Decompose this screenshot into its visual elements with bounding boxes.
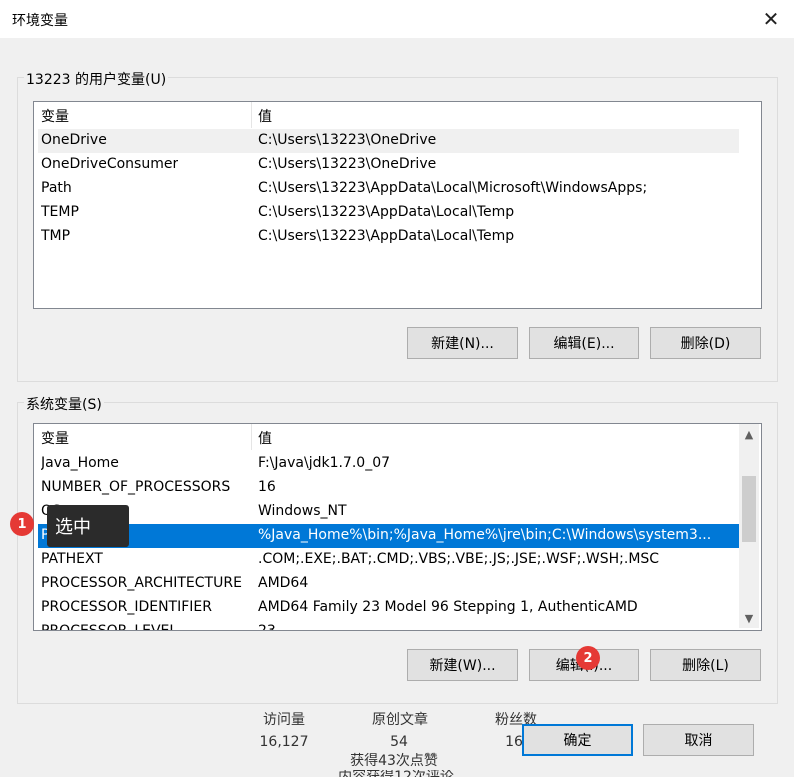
- close-icon[interactable]: ✕: [748, 0, 794, 38]
- system-new-button[interactable]: 新建(W)...: [407, 649, 518, 681]
- column-header-value[interactable]: 值: [258, 106, 272, 126]
- table-row[interactable]: PROCESSOR_ARCHITECTURE AMD64: [38, 572, 739, 596]
- table-row[interactable]: OS Windows_NT: [38, 500, 739, 524]
- var-value: .COM;.EXE;.BAT;.CMD;.VBS;.VBE;.JS;.JSE;.…: [258, 551, 660, 567]
- var-name: TEMP: [41, 204, 79, 220]
- user-vars-list[interactable]: 变量 值 OneDrive C:\Users\13223\OneDrive On…: [33, 101, 762, 309]
- var-name: Java_Home: [41, 455, 119, 471]
- user-edit-button[interactable]: 编辑(E)...: [529, 327, 639, 359]
- var-name: Path: [41, 180, 72, 196]
- var-value: C:\Users\13223\AppData\Local\Microsoft\W…: [258, 180, 648, 196]
- table-row[interactable]: Path C:\Users\13223\AppData\Local\Micros…: [38, 177, 739, 201]
- var-name: PROCESSOR_IDENTIFIER: [41, 599, 212, 615]
- table-row-selected[interactable]: Path %Java_Home%\bin;%Java_Home%\jre\bin…: [38, 524, 739, 548]
- column-header-name[interactable]: 变量: [41, 106, 69, 126]
- table-row[interactable]: PROCESSOR_IDENTIFIER AMD64 Family 23 Mod…: [38, 596, 739, 620]
- var-name: PROCESSOR_LEVEL: [41, 623, 178, 631]
- ok-button[interactable]: 确定: [522, 724, 633, 756]
- var-name: PATHEXT: [41, 551, 103, 567]
- articles-label: 原创文章: [372, 712, 428, 728]
- window-title: 环境变量: [12, 13, 68, 29]
- user-delete-button[interactable]: 删除(D): [650, 327, 761, 359]
- var-name: TMP: [41, 228, 71, 244]
- table-row[interactable]: OneDriveConsumer C:\Users\13223\OneDrive: [38, 153, 739, 177]
- system-vars-list[interactable]: 变量 值 Java_Home F:\Java\jdk1.7.0_07 NUMBE…: [33, 423, 762, 631]
- table-row[interactable]: PATHEXT .COM;.EXE;.BAT;.CMD;.VBS;.VBE;.J…: [38, 548, 739, 572]
- table-row[interactable]: TEMP C:\Users\13223\AppData\Local\Temp: [38, 201, 739, 225]
- table-row[interactable]: Java_Home F:\Java\jdk1.7.0_07: [38, 452, 739, 476]
- var-name: PROCESSOR_ARCHITECTURE: [41, 575, 242, 591]
- var-value: Windows_NT: [258, 503, 347, 519]
- user-new-button[interactable]: 新建(N)...: [407, 327, 518, 359]
- table-row[interactable]: NUMBER_OF_PROCESSORS 16: [38, 476, 739, 500]
- var-name: OneDrive: [41, 132, 107, 148]
- var-value: 23: [258, 623, 276, 631]
- fans-value: 16: [505, 734, 523, 750]
- table-row[interactable]: OneDrive C:\Users\13223\OneDrive: [38, 129, 739, 153]
- var-value: C:\Users\13223\OneDrive: [258, 156, 437, 172]
- column-divider[interactable]: [251, 424, 252, 450]
- scroll-up-icon[interactable]: ▲: [739, 424, 759, 444]
- var-value: C:\Users\13223\OneDrive: [258, 132, 437, 148]
- scroll-down-icon[interactable]: ▼: [739, 608, 759, 628]
- var-value: F:\Java\jdk1.7.0_07: [258, 455, 391, 471]
- column-divider[interactable]: [251, 102, 252, 128]
- system-delete-button[interactable]: 删除(L): [650, 649, 761, 681]
- var-name: OneDriveConsumer: [41, 156, 179, 172]
- table-row[interactable]: PROCESSOR_LEVEL 23: [38, 620, 739, 631]
- visits-value: 16,127: [259, 734, 309, 750]
- title-bar: 环境变量 ✕: [0, 0, 794, 38]
- var-value: AMD64 Family 23 Model 96 Stepping 1, Aut…: [258, 599, 638, 615]
- vertical-scrollbar[interactable]: ▲ ▼: [739, 424, 759, 628]
- var-name: NUMBER_OF_PROCESSORS: [41, 479, 231, 495]
- select-hint-tooltip: 选中: [47, 505, 129, 547]
- scrollbar-thumb[interactable]: [742, 476, 756, 542]
- step-badge-2: 2: [576, 646, 600, 670]
- cancel-button[interactable]: 取消: [643, 724, 754, 756]
- column-header-value[interactable]: 值: [258, 428, 272, 448]
- var-value: 16: [258, 479, 276, 495]
- articles-value: 54: [390, 734, 408, 750]
- list-header: 变量 值: [34, 102, 761, 128]
- list-header: 变量 值: [34, 424, 741, 450]
- comments-text: 内容获得12次评论: [326, 770, 466, 777]
- likes-text: 获得43次点赞: [350, 753, 438, 769]
- visits-label: 访问量: [263, 712, 305, 728]
- var-value: %Java_Home%\bin;%Java_Home%\jre\bin;C:\W…: [258, 527, 712, 543]
- tooltip-text: 选中: [55, 517, 91, 538]
- var-value: C:\Users\13223\AppData\Local\Temp: [258, 228, 515, 244]
- step-badge-1: 1: [10, 512, 34, 536]
- var-value: C:\Users\13223\AppData\Local\Temp: [258, 204, 515, 220]
- column-header-name[interactable]: 变量: [41, 428, 69, 448]
- user-vars-group-label: 13223 的用户变量(U): [24, 69, 169, 89]
- table-row[interactable]: TMP C:\Users\13223\AppData\Local\Temp: [38, 225, 739, 249]
- var-value: AMD64: [258, 575, 309, 591]
- system-vars-group-label: 系统变量(S): [24, 394, 104, 414]
